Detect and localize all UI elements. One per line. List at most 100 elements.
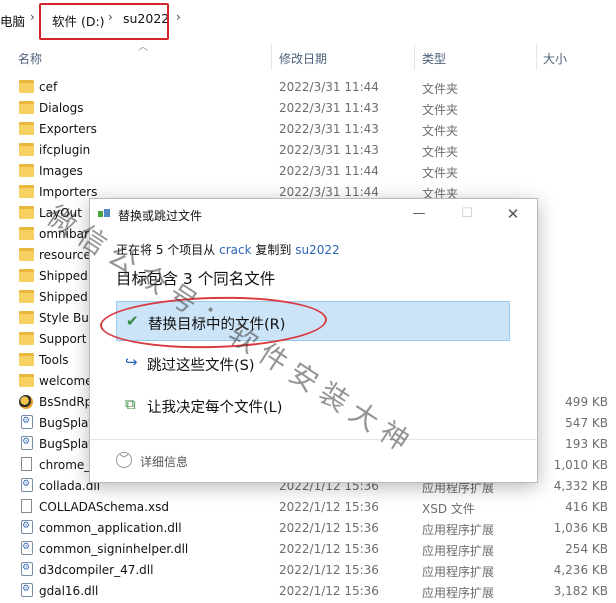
folder-icon [19,227,34,240]
file-icon [21,499,32,513]
column-type[interactable]: 类型 [422,50,446,67]
minimize-icon[interactable]: — [404,203,434,225]
file-size: 3,182 KB [553,584,608,598]
file-modified: 2022/3/31 11:43 [279,122,379,136]
highlight-annotation-box [39,3,169,40]
file-size: 1,036 KB [553,521,608,535]
dll-file-icon [21,562,33,576]
file-type: 应用程序扩展 [422,586,495,600]
file-modified: 2022/1/12 15:36 [279,584,379,598]
dll-file-icon [21,415,33,429]
column-divider[interactable] [536,44,537,70]
file-row[interactable]: Dialogs 2022/3/31 11:43 文件夹 [0,98,616,119]
chevron-down-icon: ﹀ [116,452,132,468]
column-modified[interactable]: 修改日期 [279,50,327,67]
file-size: 416 KB [565,500,608,514]
file-modified: 2022/3/31 11:44 [279,164,379,178]
file-modified: 2022/1/12 15:36 [279,563,379,577]
file-modified: 2022/3/31 11:43 [279,143,379,157]
file-type: 文件夹 [422,166,459,180]
file-name: common_signinhelper.dll [39,542,189,556]
file-name: Images [39,164,83,178]
dialog-titlebar[interactable]: 替换或跳过文件 — ☐ ✕ [90,199,537,229]
file-size: 499 KB [565,395,608,409]
file-size: 4,236 KB [553,563,608,577]
file-row[interactable]: d3dcompiler_47.dll 2022/1/12 15:36 应用程序扩展 4… [0,560,616,581]
file-name: Tools [39,353,69,367]
file-name: BsSndRp [39,395,93,409]
dll-file-icon [21,541,33,555]
file-type: 文件夹 [422,103,459,117]
folder-icon [19,374,34,387]
file-size: 4,332 KB [553,479,608,493]
breadcrumb-separator[interactable]: › [30,10,35,24]
file-name: gdal16.dll [39,584,99,598]
column-size[interactable]: 大小 [543,50,567,67]
dialog-divider [90,439,537,440]
dll-file-icon [21,520,33,534]
file-row[interactable]: cef 2022/3/31 11:44 文件夹 [0,77,616,98]
column-name[interactable]: 名称 [18,50,42,67]
file-row[interactable]: common_application.dll 2022/1/12 15:36 应用程… [0,518,616,539]
folder-icon [19,290,34,303]
column-divider[interactable] [414,44,415,70]
file-row[interactable]: Images 2022/3/31 11:44 文件夹 [0,161,616,182]
bug-app-icon [19,395,33,409]
folder-icon [19,311,34,324]
dialog-title: 替换或跳过文件 [118,209,203,223]
file-name: COLLADASchema.xsd [39,500,169,514]
file-row[interactable]: gdal16.dll 2022/1/12 15:36 应用程序扩展 3,182 KB [0,581,616,602]
dll-file-icon [21,478,33,492]
file-modified: 2022/3/31 11:44 [279,185,379,199]
file-icon [21,457,32,471]
file-type: 应用程序扩展 [422,565,495,579]
file-modified: 2022/3/31 11:44 [279,80,379,94]
folder-icon [19,101,34,114]
file-name: Shipped [39,290,88,304]
file-row[interactable]: COLLADASchema.xsd 2022/1/12 15:36 XSD 文件 41… [0,497,616,518]
folder-icon [19,248,34,261]
destination-folder-link[interactable]: su2022 [295,243,339,257]
file-row[interactable]: common_signinhelper.dll 2022/1/12 15:36 应用… [0,539,616,560]
maximize-icon: ☐ [461,206,473,221]
folder-icon [19,206,34,219]
file-name: cef [39,80,58,94]
close-icon[interactable]: ✕ [498,203,528,225]
skip-arrow-icon: ↪ [125,353,138,371]
file-name: BugSplat [39,416,94,430]
file-name: Style Bui [39,311,93,325]
file-name: d3dcompiler_47.dll [39,563,154,577]
dll-file-icon [21,436,33,450]
decide-files-icon: ⧉ [125,395,136,413]
file-size: 254 KB [565,542,608,556]
folder-icon [19,164,34,177]
folder-icon [19,122,34,135]
address-bar[interactable]: 电脑 › 软件 (D:) › su2022 › [0,0,616,40]
file-name: Exporters [39,122,97,136]
file-name: chrome_ [39,458,91,472]
file-type: 应用程序扩展 [422,544,495,558]
file-modified: 2022/1/12 15:36 [279,500,379,514]
folder-icon [19,80,34,93]
file-size: 1,010 KB [553,458,608,472]
folder-icon [19,185,34,198]
file-size: 193 KB [565,437,608,451]
column-divider[interactable] [271,44,272,70]
file-type: 文件夹 [422,82,459,96]
breadcrumb-this-pc[interactable]: 电脑 [0,11,25,30]
dll-file-icon [21,583,33,597]
copy-files-icon [98,209,110,219]
file-name: ifcplugin [39,143,91,157]
file-name: BugSplat [39,437,94,451]
copy-status-mid: 复制到 [255,243,292,257]
source-folder-link[interactable]: crack [219,243,251,257]
file-type: 文件夹 [422,145,459,159]
breadcrumb-separator[interactable]: › [176,10,181,24]
folder-icon [19,269,34,282]
file-row[interactable]: ifcplugin 2022/3/31 11:43 文件夹 [0,140,616,161]
file-modified: 2022/1/12 15:36 [279,542,379,556]
file-row[interactable]: Exporters 2022/3/31 11:43 文件夹 [0,119,616,140]
file-size: 547 KB [565,416,608,430]
file-modified: 2022/3/31 11:43 [279,101,379,115]
file-name: Importers [39,185,98,199]
